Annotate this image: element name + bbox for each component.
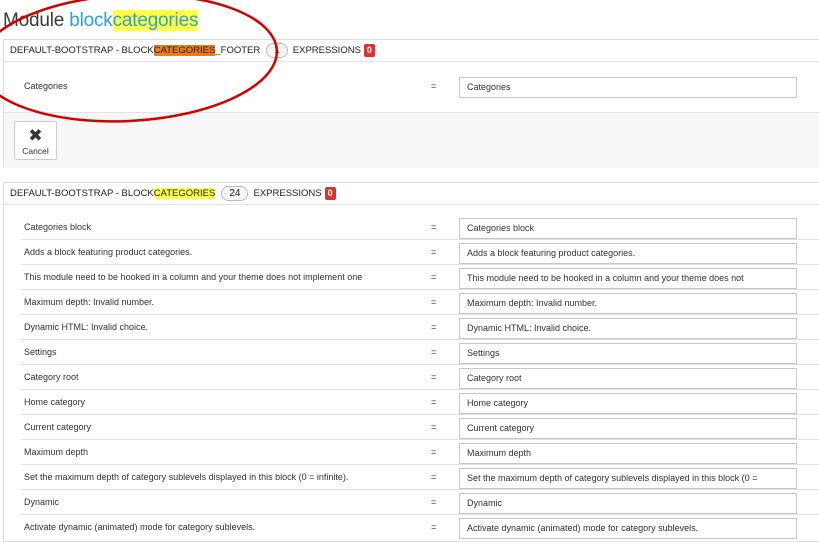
translation-input[interactable]: Activate dynamic (animated) mode for cat…	[459, 518, 797, 539]
source-string: Categories	[24, 81, 68, 91]
source-string: Current category	[24, 422, 92, 432]
translation-input[interactable]: Current category	[459, 418, 797, 439]
expression-count-badge: 1	[266, 43, 288, 58]
equals-sign: =	[431, 472, 437, 482]
panel-footer: ✖ Cancel	[4, 112, 819, 168]
panel-theme-module: DEFAULT-BOOTSTRAP - BLOCK	[10, 45, 154, 56]
expression-count-badge: 24	[221, 186, 249, 201]
translation-row: Maximum depth = Maximum depth	[4, 440, 819, 465]
translation-row: This module need to be hooked in a colum…	[4, 265, 819, 290]
module-name-highlight: categories	[112, 10, 199, 31]
translation-row: Dynamic HTML: Invalid choice. = Dynamic HT…	[4, 315, 819, 340]
source-string: Maximum depth: Invalid number.	[24, 297, 155, 307]
translation-input[interactable]: Maximum depth	[459, 443, 797, 464]
close-icon: ✖	[28, 126, 43, 145]
source-string: Category root	[24, 372, 79, 382]
panel-theme-module: DEFAULT-BOOTSTRAP - BLOCK	[10, 188, 154, 199]
translation-input[interactable]: Maximum depth: Invalid number.	[459, 293, 797, 314]
equals-sign: =	[431, 247, 437, 257]
equals-sign: =	[431, 422, 437, 432]
translation-input[interactable]: Home category	[459, 393, 797, 414]
translation-input[interactable]: Categories	[459, 77, 797, 98]
translation-row: Dynamic = Dynamic	[4, 490, 819, 515]
translation-row: Adds a block featuring product categorie…	[4, 240, 819, 265]
translation-row: Categories block = Categories block	[4, 215, 819, 240]
missing-count-badge: 0	[363, 44, 375, 57]
translation-row: Settings = Settings	[4, 340, 819, 365]
source-string: Dynamic	[24, 497, 60, 507]
blockcategories-expressions-panel: DEFAULT-BOOTSTRAP - BLOCK CATEGORIES 24 EX…	[3, 182, 819, 542]
equals-sign: =	[431, 397, 437, 407]
translation-input[interactable]: Category root	[459, 368, 797, 389]
cancel-button[interactable]: ✖ Cancel	[14, 121, 57, 160]
source-string: Home category	[24, 397, 86, 407]
source-string: Settings	[24, 347, 57, 357]
panel-heading: DEFAULT-BOOTSTRAP - BLOCK CATEGORIES 24 EX…	[4, 183, 819, 205]
title-prefix: Module	[3, 10, 65, 31]
module-name-plain: block	[69, 10, 113, 31]
panel-highlight: CATEGORIES	[153, 188, 216, 199]
module-name: blockcategories	[69, 10, 198, 31]
page-title: Module blockcategories	[3, 10, 198, 32]
footer-expressions-panel: DEFAULT-BOOTSTRAP - BLOCK CATEGORIES _FOOT…	[3, 39, 819, 168]
missing-count-badge: 0	[324, 187, 336, 200]
equals-sign: =	[431, 447, 437, 457]
translation-input[interactable]: Adds a block featuring product categorie…	[459, 243, 797, 264]
translation-row: Current category = Current category	[4, 415, 819, 440]
equals-sign: =	[431, 347, 437, 357]
translation-input[interactable]: This module need to be hooked in a colum…	[459, 268, 797, 289]
translation-row: Set the maximum depth of category sublev…	[4, 465, 819, 490]
translation-row: Categories = Categories	[4, 74, 819, 99]
equals-sign: =	[431, 497, 437, 507]
equals-sign: =	[431, 372, 437, 382]
translation-input[interactable]: Dynamic HTML: Invalid choice.	[459, 318, 797, 339]
equals-sign: =	[431, 272, 437, 282]
panel-highlight: CATEGORIES	[153, 45, 216, 56]
translation-input[interactable]: Categories block	[459, 218, 797, 239]
source-string: Activate dynamic (animated) mode for cat…	[24, 522, 256, 532]
cancel-label: Cancel	[22, 146, 49, 156]
source-string: Maximum depth	[24, 447, 89, 457]
expressions-label: EXPRESSIONS	[292, 45, 361, 56]
source-string: Categories block	[24, 222, 92, 232]
panel-suffix: _FOOTER	[215, 45, 261, 56]
translation-row: Home category = Home category	[4, 390, 819, 415]
equals-sign: =	[431, 222, 437, 232]
equals-sign: =	[431, 297, 437, 307]
translation-row: Activate dynamic (animated) mode for cat…	[4, 515, 819, 540]
equals-sign: =	[431, 322, 437, 332]
source-string: Dynamic HTML: Invalid choice.	[24, 322, 149, 332]
translation-row: Category root = Category root	[4, 365, 819, 390]
equals-sign: =	[431, 81, 437, 91]
panel-heading: DEFAULT-BOOTSTRAP - BLOCK CATEGORIES _FOOT…	[4, 40, 819, 62]
translation-input[interactable]: Set the maximum depth of category sublev…	[459, 468, 797, 489]
source-string: Adds a block featuring product categorie…	[24, 247, 193, 257]
equals-sign: =	[431, 522, 437, 532]
source-string: This module need to be hooked in a colum…	[24, 272, 363, 282]
translation-input[interactable]: Settings	[459, 343, 797, 364]
translation-input[interactable]: Dynamic	[459, 493, 797, 514]
expressions-label: EXPRESSIONS	[253, 188, 322, 199]
translation-row: Maximum depth: Invalid number. = Maximum d…	[4, 290, 819, 315]
source-string: Set the maximum depth of category sublev…	[24, 472, 349, 482]
